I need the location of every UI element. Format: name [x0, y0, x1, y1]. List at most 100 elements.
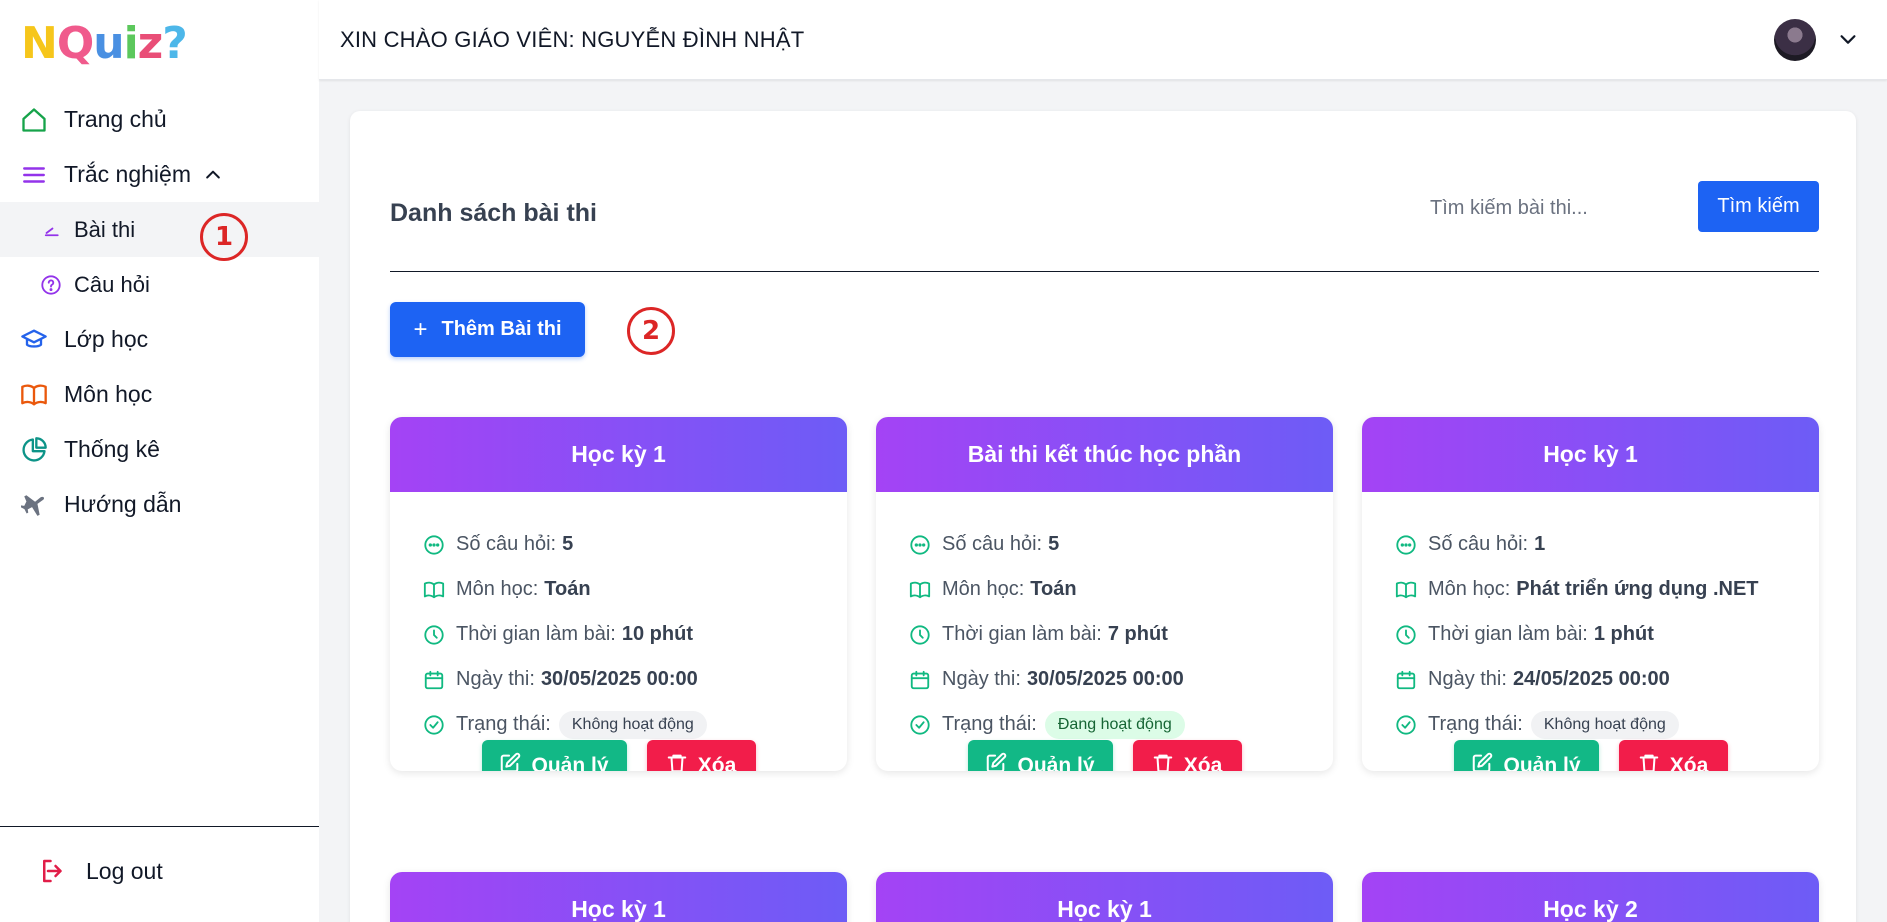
book-icon	[422, 578, 446, 602]
search-button[interactable]: Tìm kiếm	[1698, 181, 1819, 232]
sidebar: NQuiz? Trang chủ Trắc nghiệm Bài thi Câu…	[0, 0, 319, 922]
edit-icon	[499, 752, 521, 771]
date-label: Ngày thi:	[456, 668, 535, 690]
sidebar-item-label: Trắc nghiệm	[64, 161, 191, 187]
logout-icon	[38, 856, 68, 886]
duration-value: 10 phút	[621, 623, 693, 645]
status-label: Trạng thái:	[942, 713, 1037, 735]
sidebar-item-home[interactable]: Trang chủ	[0, 92, 319, 147]
sidebar-item-questions[interactable]: Câu hỏi	[0, 257, 319, 312]
clock-icon	[908, 623, 932, 647]
exam-card-title: Học kỳ 1	[876, 872, 1333, 922]
logo-letter: ?	[162, 18, 188, 69]
check-circle-icon	[908, 713, 932, 737]
manage-button[interactable]: Quản lý	[481, 740, 627, 771]
app-logo[interactable]: NQuiz?	[21, 18, 188, 69]
sidebar-item-statistics[interactable]: Thống kê	[0, 422, 319, 477]
duration-label: Thời gian làm bài:	[456, 623, 616, 645]
manage-label: Quản lý	[1503, 753, 1581, 772]
sidebar-item-classes[interactable]: Lớp học	[0, 312, 319, 367]
status-label: Trạng thái:	[1428, 713, 1523, 735]
date-value: 30/05/2025 00:00	[1026, 668, 1184, 690]
trash-icon	[1152, 752, 1174, 771]
sidebar-item-exams[interactable]: Bài thi	[0, 202, 319, 257]
duration-value: 7 phút	[1107, 623, 1168, 645]
chevron-down-icon[interactable]	[1837, 28, 1859, 55]
manage-button[interactable]: Quản lý	[967, 740, 1113, 771]
exam-card: Học kỳ 1 Số câu hỏi: 1 Môn học: Phát triển…	[1362, 417, 1819, 771]
chevron-up-icon[interactable]	[203, 165, 223, 185]
logout-label: Log out	[86, 857, 163, 884]
add-exam-button[interactable]: + Thêm Bài thi	[390, 302, 585, 357]
duration-value: 1 phút	[1593, 623, 1654, 645]
trash-icon	[1638, 752, 1660, 771]
divider	[390, 271, 1819, 272]
exam-card-title: Bài thi kết thúc học phần	[876, 417, 1333, 492]
exam-card-title: Học kỳ 2	[1362, 872, 1819, 922]
plus-icon: +	[413, 315, 428, 343]
sidebar-item-label: Lớp học	[64, 326, 149, 352]
exam-card: Học kỳ 1	[390, 872, 847, 922]
delete-button[interactable]: Xóa	[1618, 740, 1728, 772]
delete-button[interactable]: Xóa	[1132, 740, 1242, 772]
sidebar-item-quiz[interactable]: Trắc nghiệm	[0, 147, 319, 202]
sidebar-item-label: Môn học	[64, 381, 153, 407]
sidebar-nav: Trang chủ Trắc nghiệm Bài thi Câu hỏi Lớ…	[0, 92, 319, 532]
clock-icon	[1394, 623, 1418, 647]
logout-button[interactable]: Log out	[38, 856, 163, 886]
delete-label: Xóa	[697, 753, 737, 772]
delete-button[interactable]: Xóa	[646, 740, 756, 772]
search-input[interactable]	[1430, 186, 1670, 230]
date-value: 30/05/2025 00:00	[540, 668, 698, 690]
check-circle-icon	[1394, 713, 1418, 737]
question-count-value: 5	[562, 533, 574, 555]
logo-letter: Q	[56, 18, 94, 69]
date-label: Ngày thi:	[942, 668, 1021, 690]
subject-label: Môn học:	[942, 578, 1025, 600]
subject-value: Toán	[1030, 578, 1077, 600]
avatar[interactable]	[1774, 19, 1816, 61]
question-count-value: 5	[1048, 533, 1060, 555]
sidebar-item-label: Bài thi	[74, 216, 136, 242]
question-count-label: Số câu hỏi:	[1428, 533, 1529, 555]
manage-button[interactable]: Quản lý	[1453, 740, 1599, 772]
sidebar-divider	[0, 826, 319, 827]
sidebar-item-label: Thống kê	[64, 436, 160, 462]
status-badge: Đang hoạt động	[1044, 710, 1185, 739]
clock-icon	[422, 623, 446, 647]
status-label: Trạng thái:	[456, 713, 551, 735]
exam-card: Học kỳ 2	[1362, 872, 1819, 922]
edit-icon	[1471, 752, 1493, 771]
graduation-cap-icon	[20, 326, 48, 354]
calendar-icon	[422, 668, 446, 692]
question-count-label: Số câu hỏi:	[942, 533, 1043, 555]
chat-dots-icon	[422, 533, 446, 557]
exam-list-panel: Danh sách bài thi Tìm kiếm + Thêm Bài th…	[350, 111, 1856, 922]
sidebar-item-label: Câu hỏi	[74, 271, 150, 297]
exam-card: Học kỳ 1 Số câu hỏi: 5 Môn học: Toán Thời …	[390, 417, 847, 771]
calendar-icon	[908, 668, 932, 692]
logo-letter: u	[93, 18, 124, 69]
home-icon	[20, 106, 48, 134]
question-count-value: 1	[1534, 533, 1546, 555]
question-count-label: Số câu hỏi:	[456, 533, 557, 555]
exam-card-title: Học kỳ 1	[390, 417, 847, 492]
greeting-text: XIN CHÀO GIÁO VIÊN: NGUYỄN ĐÌNH NHẬT	[340, 27, 805, 52]
exam-card-title: Học kỳ 1	[1362, 417, 1819, 492]
logo-letter: N	[21, 18, 58, 69]
chat-dots-icon	[1394, 533, 1418, 557]
calendar-icon	[1394, 668, 1418, 692]
subject-value: Toán	[544, 578, 591, 600]
subject-label: Môn học:	[1428, 578, 1511, 600]
delete-label: Xóa	[1183, 753, 1223, 772]
logo-letter: z	[137, 18, 164, 69]
sidebar-item-subjects[interactable]: Môn học	[0, 367, 319, 422]
exam-card-title: Học kỳ 1	[390, 872, 847, 922]
status-badge: Không hoạt động	[558, 710, 707, 739]
logo-letter: i	[123, 18, 139, 69]
delete-label: Xóa	[1669, 753, 1709, 772]
book-icon	[908, 578, 932, 602]
status-badge: Không hoạt động	[1530, 710, 1679, 739]
menu-lines-icon	[20, 161, 48, 189]
sidebar-item-guide[interactable]: Hướng dẫn	[0, 477, 319, 532]
